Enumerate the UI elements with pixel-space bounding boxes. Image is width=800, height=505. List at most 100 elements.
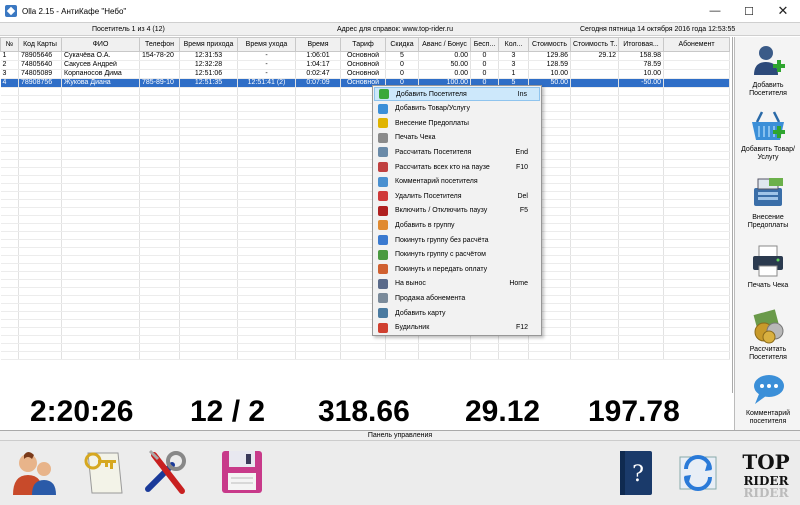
column-header[interactable]: Аванс / Бонус bbox=[418, 37, 471, 52]
column-header[interactable]: Код Карты bbox=[18, 37, 62, 52]
column-header[interactable]: Кол... bbox=[498, 37, 529, 52]
empty-cell bbox=[570, 143, 619, 152]
menu-item[interactable]: Покинуть и передать оплату bbox=[374, 262, 540, 276]
empty-cell bbox=[179, 271, 238, 280]
speech-bubble-icon bbox=[754, 375, 784, 404]
menu-item[interactable]: На вынос Home bbox=[374, 277, 540, 291]
column-header[interactable]: ФИО bbox=[61, 37, 140, 52]
menu-item[interactable]: Удалить Посетителя Del bbox=[374, 189, 540, 203]
table-cell: Сакусев Андрей bbox=[61, 60, 140, 70]
empty-cell bbox=[139, 287, 180, 296]
empty-cell bbox=[0, 87, 19, 96]
empty-cell bbox=[570, 311, 619, 320]
table-row[interactable]: 3 74805089 Корпаносов Дима 12:51:06-0:02:47… bbox=[0, 69, 730, 79]
menu-item[interactable]: Печать Чека bbox=[374, 131, 540, 145]
visitor-comment-button[interactable]: Комментарий посетителя bbox=[735, 367, 800, 426]
menu-item[interactable]: Будильник F12 bbox=[374, 321, 540, 335]
menu-item[interactable]: Включить / Отключить паузу F5 bbox=[374, 204, 540, 218]
empty-cell bbox=[0, 279, 19, 288]
group-leave-icon bbox=[378, 235, 388, 245]
print-receipt-button[interactable]: Печать Чека bbox=[735, 239, 800, 290]
empty-cell bbox=[61, 303, 140, 312]
column-header[interactable]: Тариф bbox=[340, 37, 386, 52]
empty-cell bbox=[18, 143, 62, 152]
empty-cell bbox=[295, 255, 341, 264]
menu-item[interactable]: Рассчитать Посетителя End bbox=[374, 145, 540, 159]
empty-cell bbox=[179, 319, 238, 328]
minimize-button[interactable]: — bbox=[698, 0, 732, 22]
users-icon[interactable] bbox=[10, 447, 58, 499]
close-button[interactable]: ✕ bbox=[766, 0, 800, 22]
maximize-button[interactable]: ☐ bbox=[732, 0, 766, 22]
empty-row bbox=[0, 295, 730, 304]
menu-item[interactable]: Покинуть группу с расчётом bbox=[374, 248, 540, 262]
empty-cell bbox=[237, 239, 296, 248]
visitors-grid[interactable]: № Код Карты ФИО Телефон Время прихода Время у… bbox=[0, 37, 733, 393]
table-cell: 158.98 bbox=[618, 51, 664, 61]
menu-item[interactable]: Рассчитать всех кто на паузе F10 bbox=[374, 160, 540, 174]
column-header[interactable]: Время ухода bbox=[237, 37, 296, 52]
checkout-visitor-button[interactable]: Рассчитать Посетителя bbox=[735, 303, 800, 362]
menu-item[interactable]: Продажа абонемента bbox=[374, 291, 540, 305]
empty-cell bbox=[570, 151, 619, 160]
empty-cell bbox=[295, 151, 341, 160]
column-header[interactable]: Скидка bbox=[385, 37, 419, 52]
column-header[interactable]: Время bbox=[295, 37, 341, 52]
empty-cell bbox=[618, 239, 664, 248]
empty-row bbox=[0, 119, 730, 128]
prepayment-button[interactable]: Внесение Предоплаты bbox=[735, 171, 800, 230]
empty-cell bbox=[18, 271, 62, 280]
column-header[interactable]: Итоговая... bbox=[618, 37, 664, 52]
group-add-icon bbox=[378, 220, 388, 231]
column-header[interactable]: № bbox=[0, 37, 19, 52]
menu-item[interactable]: Добавить Посетителя Ins bbox=[374, 87, 540, 101]
table-row[interactable]: 2 74805640 Сакусев Андрей 12:32:28-1:04:17 О… bbox=[0, 60, 730, 70]
tools-icon[interactable] bbox=[142, 447, 190, 499]
table-cell bbox=[663, 69, 730, 79]
empty-cell bbox=[179, 247, 238, 256]
table-row[interactable]: 1 78905646 Сукачёва О.А. 154-78-20 12:31:53-… bbox=[0, 51, 730, 61]
empty-cell bbox=[663, 311, 730, 320]
add-visitor-button[interactable]: Добавить Посетителя bbox=[735, 39, 800, 98]
table-cell: 5 bbox=[385, 51, 419, 61]
top-rider-logo[interactable]: TOP RIDER RIDER bbox=[738, 447, 794, 499]
column-header[interactable]: Бесп... bbox=[470, 37, 499, 52]
empty-cell bbox=[139, 159, 180, 168]
help-book-icon[interactable]: ? bbox=[612, 447, 660, 499]
empty-cell bbox=[663, 279, 730, 288]
empty-cell bbox=[0, 255, 19, 264]
checkout-coins-icon bbox=[753, 309, 784, 344]
table-cell: - bbox=[237, 69, 296, 79]
empty-cell bbox=[61, 263, 140, 272]
menu-item[interactable]: Покинуть группу без расчёта bbox=[374, 233, 540, 247]
column-header[interactable]: Абонемент bbox=[663, 37, 730, 52]
empty-cell bbox=[61, 103, 140, 112]
empty-cell bbox=[618, 199, 664, 208]
empty-cell bbox=[18, 167, 62, 176]
menu-item[interactable]: Комментарий посетителя bbox=[374, 175, 540, 189]
table-cell: 3 bbox=[498, 60, 529, 70]
sync-icon[interactable] bbox=[674, 447, 722, 499]
menu-item[interactable]: Добавить в группу bbox=[374, 218, 540, 232]
empty-cell bbox=[18, 215, 62, 224]
column-header[interactable]: Стоимость Т... bbox=[570, 37, 619, 52]
empty-cell bbox=[570, 231, 619, 240]
menu-item[interactable]: Добавить карту bbox=[374, 306, 540, 320]
save-disk-icon[interactable] bbox=[218, 447, 266, 499]
empty-row bbox=[0, 127, 730, 136]
empty-cell bbox=[570, 159, 619, 168]
empty-cell bbox=[663, 103, 730, 112]
empty-cell bbox=[0, 127, 19, 136]
menu-item[interactable]: Добавить Товар/Услугу bbox=[374, 102, 540, 116]
column-header[interactable]: Стоимость bbox=[528, 37, 571, 52]
empty-cell bbox=[139, 351, 180, 360]
menu-item[interactable]: Внесение Предоплаты bbox=[374, 116, 540, 130]
empty-cell bbox=[18, 111, 62, 120]
empty-cell bbox=[18, 223, 62, 232]
column-header[interactable]: Телефон bbox=[139, 37, 180, 52]
table-row[interactable]: 4 78908756 Жукова Диана 785-89-10 12:51:35 12… bbox=[0, 78, 730, 88]
keys-icon[interactable] bbox=[78, 447, 126, 499]
total-amount-counter: 318.66 bbox=[318, 395, 410, 428]
column-header[interactable]: Время прихода bbox=[179, 37, 238, 52]
add-goods-button[interactable]: Добавить Товар/Услугу bbox=[735, 103, 800, 162]
